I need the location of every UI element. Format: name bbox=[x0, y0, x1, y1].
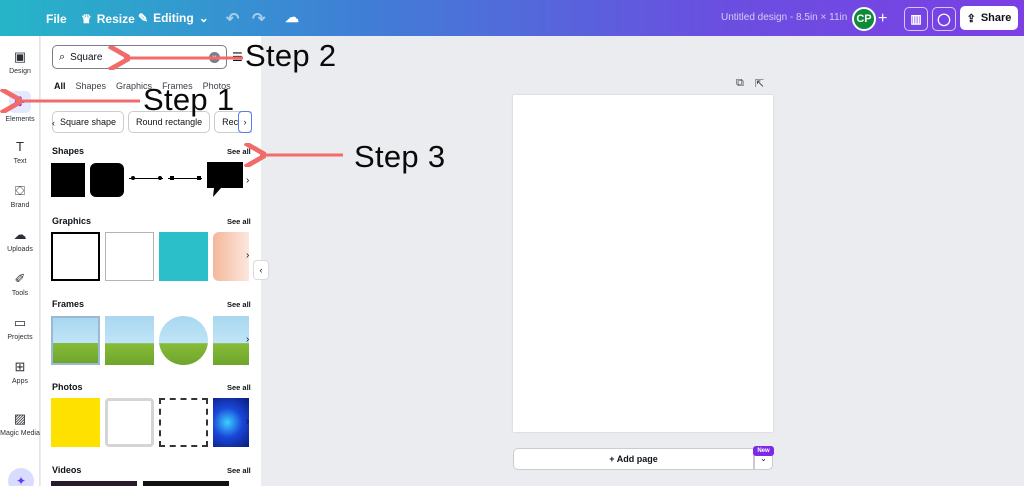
step-3-label: Step 3 bbox=[354, 139, 446, 174]
annotation-arrows bbox=[0, 0, 343, 486]
step-1-label: Step 1 bbox=[143, 82, 235, 117]
step-2-label: Step 2 bbox=[245, 38, 337, 73]
